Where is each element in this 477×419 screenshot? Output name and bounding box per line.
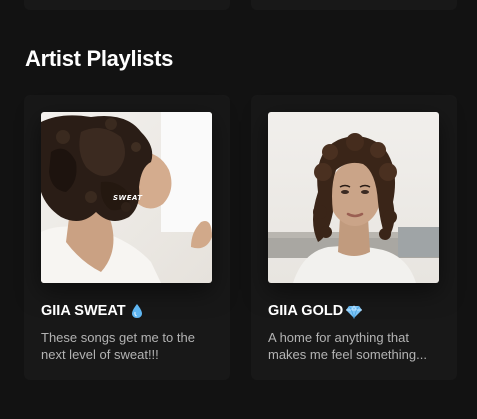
- playlist-card-giia-gold[interactable]: GIIA GOLD A home for anything that makes…: [251, 95, 457, 380]
- section-title[interactable]: Artist Playlists: [25, 46, 173, 72]
- playlist-title[interactable]: GIIA SWEAT: [41, 303, 145, 319]
- playlist-description: A home for anything that makes me feel s…: [268, 330, 427, 362]
- droplet-icon: [131, 304, 142, 318]
- previous-row-card-right[interactable]: [251, 0, 457, 10]
- cover-sweat-text: SWEAT: [113, 194, 143, 202]
- playlist-description: These songs get me to the next level of …: [41, 330, 195, 362]
- playlist-cover-image: SWEAT: [41, 112, 212, 283]
- playlist-title[interactable]: GIIA GOLD: [268, 303, 363, 319]
- previous-row-card-left[interactable]: [24, 0, 230, 10]
- playlist-cover-image: [268, 112, 439, 283]
- playlist-title-text: GIIA SWEAT: [41, 303, 126, 319]
- artist-playlists-page: Artist Playlists SWEAT GIIA SWEAT These …: [0, 0, 477, 419]
- playlist-title-text: GIIA GOLD: [268, 303, 344, 319]
- diamond-icon: [346, 305, 363, 319]
- playlist-card-giia-sweat[interactable]: SWEAT GIIA SWEAT These songs get me to t…: [24, 95, 230, 380]
